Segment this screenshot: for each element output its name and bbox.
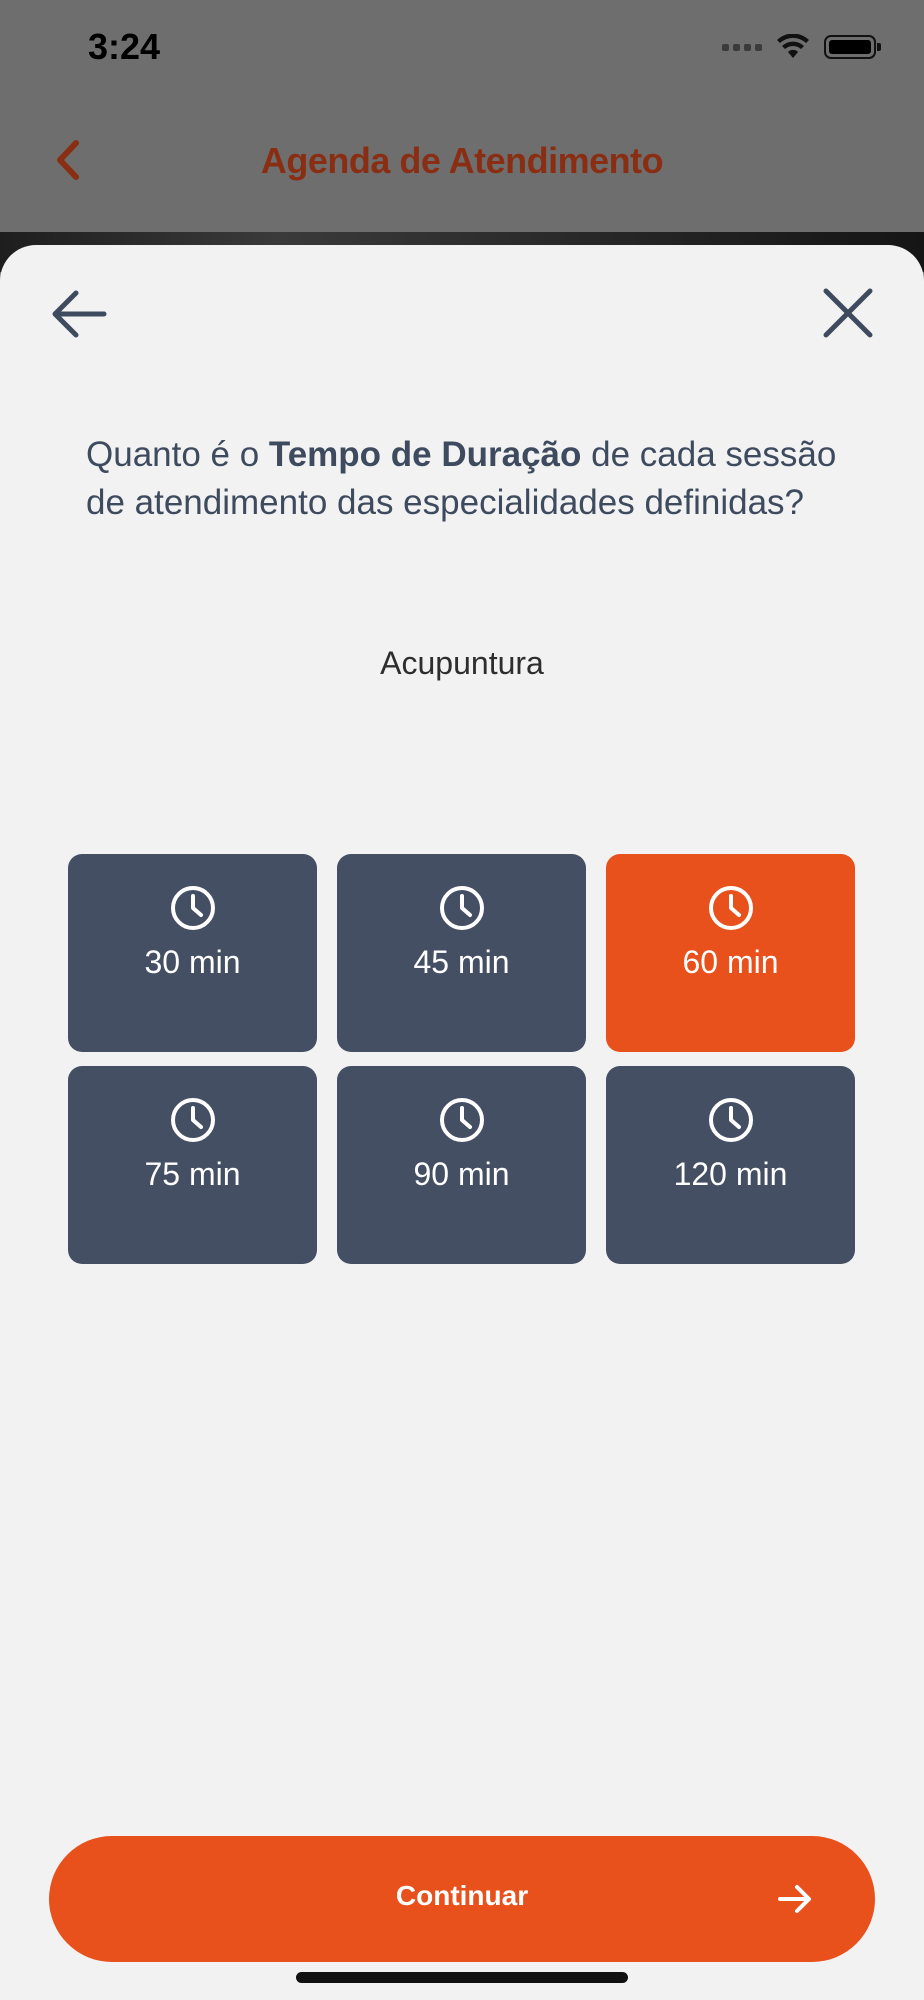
duration-option-90[interactable]: 90 min — [337, 1066, 586, 1264]
duration-label: 90 min — [413, 1156, 510, 1192]
specialty-label: Acupuntura — [380, 645, 544, 681]
close-icon[interactable] — [822, 287, 874, 339]
question-prefix: Quanto é o — [86, 435, 269, 474]
cellular-signal-icon — [722, 43, 762, 51]
clock-icon — [439, 1098, 484, 1142]
arrow-left-icon[interactable] — [50, 285, 108, 343]
question-emphasis: Tempo de Duração — [268, 435, 582, 474]
clock-icon — [439, 886, 484, 930]
duration-option-60[interactable]: 60 min — [606, 854, 855, 1052]
arrow-right-icon — [778, 1885, 811, 1913]
duration-option-45[interactable]: 45 min — [337, 854, 586, 1052]
duration-label: 60 min — [682, 944, 779, 980]
duration-label: 120 min — [673, 1156, 788, 1192]
home-indicator — [296, 1972, 628, 1983]
question-text: Quanto é o Tempo de Duração de cada sess… — [86, 431, 846, 527]
wifi-icon — [777, 34, 809, 58]
status-time: 3:24 — [88, 26, 161, 67]
clock-icon — [708, 1098, 753, 1142]
clock-icon — [708, 886, 753, 930]
continue-label: Continuar — [395, 1880, 529, 1911]
duration-option-75[interactable]: 75 min — [68, 1066, 317, 1264]
duration-options: 30 min 45 min 60 min 75 min 90 min 120 m… — [68, 854, 856, 1264]
battery-icon — [824, 35, 881, 59]
bottom-sheet: Quanto é o Tempo de Duração de cada sess… — [0, 245, 924, 2000]
nav-header: Agenda de Atendimento — [0, 100, 924, 232]
duration-label: 30 min — [144, 944, 241, 980]
page-title: Agenda de Atendimento — [260, 140, 664, 181]
duration-option-120[interactable]: 120 min — [606, 1066, 855, 1264]
clock-icon — [170, 886, 215, 930]
status-icons — [722, 34, 881, 60]
duration-label: 75 min — [144, 1156, 241, 1192]
continue-button[interactable]: Continuar — [49, 1836, 875, 1962]
duration-option-30[interactable]: 30 min — [68, 854, 317, 1052]
duration-label: 45 min — [413, 944, 510, 980]
clock-icon — [170, 1098, 215, 1142]
status-bar: 3:24 — [0, 0, 924, 100]
